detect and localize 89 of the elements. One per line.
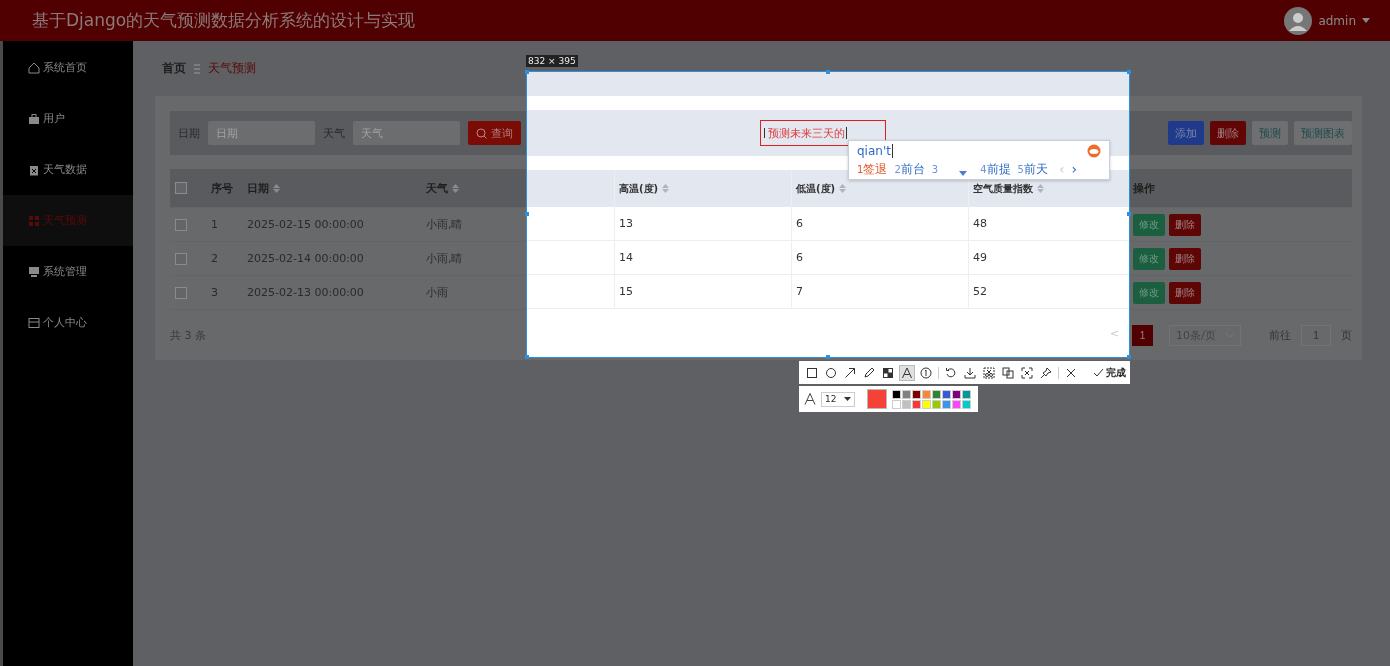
font-size-select[interactable]: 12 [821,391,855,407]
color-swatch[interactable] [952,399,961,409]
text-icon[interactable] [899,364,915,381]
table-cell: 7 [791,275,968,308]
color-swatch[interactable] [912,389,921,399]
sidebar-item[interactable]: 系统管理 [3,246,133,297]
column-header[interactable]: 序号 [203,169,239,207]
row-action-button[interactable]: 修改 [1133,213,1165,236]
grid-icon [28,214,40,227]
table-cell-text: 2025-02-15 00:00:00 [246,217,365,233]
sidebar-item[interactable]: 用户 [3,93,133,144]
scan-icon[interactable] [1019,364,1035,381]
resize-handle[interactable] [1126,69,1131,74]
copy-icon[interactable] [1000,364,1016,381]
action-button[interactable]: 删除 [1210,121,1246,145]
color-swatch[interactable] [932,399,941,409]
sidebar-item[interactable]: 个人中心 [3,297,133,348]
dropdown-icon[interactable] [959,170,968,176]
color-swatch[interactable] [892,389,901,399]
table-cell: 6 [791,207,968,240]
column-header[interactable]: 高温(度) [614,170,791,207]
sidebar-item[interactable]: 系统首页 [3,42,133,93]
current-color-swatch[interactable] [867,389,887,409]
card-icon [28,316,40,329]
color-swatch[interactable] [932,389,941,399]
checkbox[interactable] [175,182,187,194]
search-button[interactable]: 查询 [468,121,521,145]
color-swatch[interactable] [942,389,951,399]
clipboard-icon [28,163,40,176]
table-cell-text: 2025-02-14 00:00:00 [246,251,365,267]
table-cell-text: 1 [210,217,219,233]
row-action-button[interactable]: 删除 [1169,213,1201,236]
table-cell: 52 [968,275,1129,308]
done-button[interactable]: 完成 [1093,365,1126,380]
caret-icon [844,397,851,401]
color-swatch[interactable] [962,399,971,409]
table-cell-text: 2025-02-13 00:00:00 [246,285,365,301]
color-swatch[interactable] [952,389,961,399]
separator-icon [194,63,200,74]
sidebar-item[interactable]: 天气数据 [3,144,133,195]
color-swatch[interactable] [912,399,921,409]
color-swatch[interactable] [962,389,971,399]
table-cell: 14 [614,241,791,274]
column-header[interactable]: 日期 [239,169,418,207]
ime-logo-icon[interactable] [1087,144,1101,158]
table-cell-text: 3 [210,285,219,301]
resize-handle[interactable] [825,354,830,359]
checkbox[interactable] [175,252,187,265]
briefcase-icon [28,112,40,125]
search-icon [476,127,487,139]
resize-handle[interactable] [524,69,529,74]
resize-handle[interactable] [825,69,830,74]
table-cell: 49 [968,241,1129,274]
resize-handle[interactable] [524,354,529,359]
resize-handle[interactable] [1126,354,1131,359]
monitor-icon [28,265,40,278]
resize-handle[interactable] [1126,212,1131,216]
table-cell: 6 [791,241,968,274]
column-header[interactable]: 天气 [418,169,511,207]
caret-icon[interactable] [1362,18,1370,23]
app-title: 基于Django的天气预测数据分析系统的设计与实现 [32,9,416,32]
avatar-icon[interactable] [1284,6,1313,35]
font-size-icon [804,393,816,405]
row-action-button[interactable]: 删除 [1169,281,1201,304]
color-swatch[interactable] [892,399,901,409]
table-cell-text: 2 [210,251,219,267]
number-icon[interactable] [918,364,934,381]
row-action-button[interactable]: 修改 [1133,247,1165,270]
resize-handle[interactable] [524,212,529,216]
color-swatch[interactable] [902,399,911,409]
action-button[interactable]: 添加 [1168,121,1204,145]
checkbox[interactable] [175,218,187,231]
breadcrumb-current: 天气预测 [208,60,256,77]
checkbox[interactable] [175,286,187,299]
color-swatch[interactable] [902,389,911,399]
size-label: 832 × 395 [526,55,578,67]
row-action-button[interactable]: 修改 [1133,281,1165,304]
user-menu[interactable]: admin [1318,13,1356,28]
color-swatch[interactable] [922,399,931,409]
color-swatch[interactable] [942,399,951,409]
row-action-button[interactable]: 删除 [1169,247,1201,270]
column-header: 操作 [1132,180,1156,197]
breadcrumb-link[interactable]: 首页 [162,60,186,77]
color-swatch[interactable] [922,389,931,399]
page-button[interactable]: 1 [1132,324,1153,346]
table-cell: 15 [614,275,791,308]
check-icon [1093,368,1104,377]
home-icon [28,61,40,74]
table-cell: 13 [614,207,791,240]
